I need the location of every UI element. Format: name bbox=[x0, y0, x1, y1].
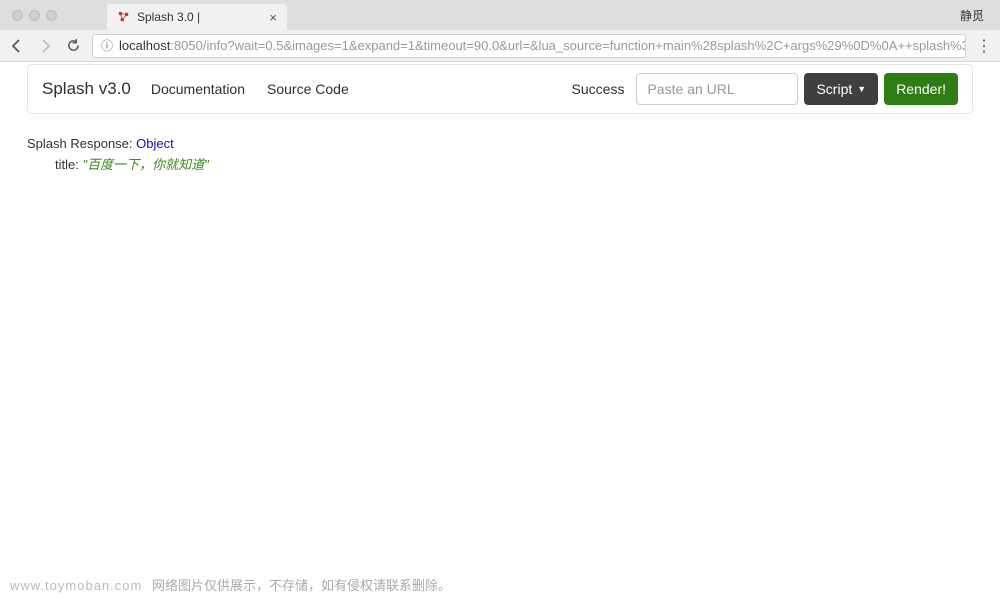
browser-menu-icon[interactable]: ⋮ bbox=[976, 36, 992, 56]
tab-title: Splash 3.0 | bbox=[137, 10, 265, 24]
response-header: Splash Response: Object bbox=[27, 136, 973, 151]
browser-tab[interactable]: Splash 3.0 | × bbox=[107, 4, 287, 30]
script-dropdown-button[interactable]: Script ▼ bbox=[804, 73, 878, 105]
nav-documentation[interactable]: Documentation bbox=[151, 81, 245, 97]
app-brand: Splash v3.0 bbox=[42, 79, 131, 99]
footer-domain: www.toymoban.com bbox=[10, 578, 142, 593]
script-button-label: Script bbox=[816, 81, 852, 97]
tab-favicon-icon bbox=[117, 10, 131, 24]
window-controls bbox=[12, 10, 57, 21]
nav-source-code[interactable]: Source Code bbox=[267, 81, 349, 97]
back-button[interactable] bbox=[8, 37, 26, 55]
response-value: "百度一下，你就知道" bbox=[82, 157, 208, 172]
caret-down-icon: ▼ bbox=[857, 84, 866, 94]
forward-button[interactable] bbox=[36, 37, 54, 55]
tab-strip: Splash 3.0 | × bbox=[107, 0, 287, 30]
response-object-link[interactable]: Object bbox=[136, 136, 174, 151]
footer-watermark: www.toymoban.com 网络图片仅供展示，不存储，如有侵权请联系删除。 bbox=[10, 575, 451, 594]
window-close-icon[interactable] bbox=[12, 10, 23, 21]
footer-text: 网络图片仅供展示，不存储，如有侵权请联系删除。 bbox=[152, 578, 451, 593]
url-host: localhost bbox=[119, 38, 170, 53]
extension-label[interactable]: 静觅 bbox=[960, 7, 992, 24]
browser-toolbar: ⓘ localhost:8050/info?wait=0.5&images=1&… bbox=[0, 30, 1000, 62]
response-label: Splash Response: bbox=[27, 136, 133, 151]
app-navbar: Splash v3.0 Documentation Source Code Su… bbox=[27, 64, 973, 114]
response-row-title: title: "百度一下，你就知道" bbox=[27, 154, 973, 173]
response-key: title: bbox=[55, 157, 79, 172]
response-area: Splash Response: Object title: "百度一下，你就知… bbox=[0, 114, 1000, 195]
url-path: :8050/info?wait=0.5&images=1&expand=1&ti… bbox=[170, 38, 966, 53]
site-info-icon[interactable]: ⓘ bbox=[101, 37, 113, 54]
status-label: Success bbox=[572, 81, 625, 97]
reload-button[interactable] bbox=[64, 37, 82, 55]
window-minimize-icon[interactable] bbox=[29, 10, 40, 21]
address-bar[interactable]: ⓘ localhost:8050/info?wait=0.5&images=1&… bbox=[92, 34, 966, 58]
browser-tab-strip: Splash 3.0 | × 静觅 bbox=[0, 0, 1000, 30]
window-maximize-icon[interactable] bbox=[46, 10, 57, 21]
url-input[interactable] bbox=[636, 73, 798, 105]
tab-close-icon[interactable]: × bbox=[269, 10, 277, 25]
render-button[interactable]: Render! bbox=[884, 73, 958, 105]
